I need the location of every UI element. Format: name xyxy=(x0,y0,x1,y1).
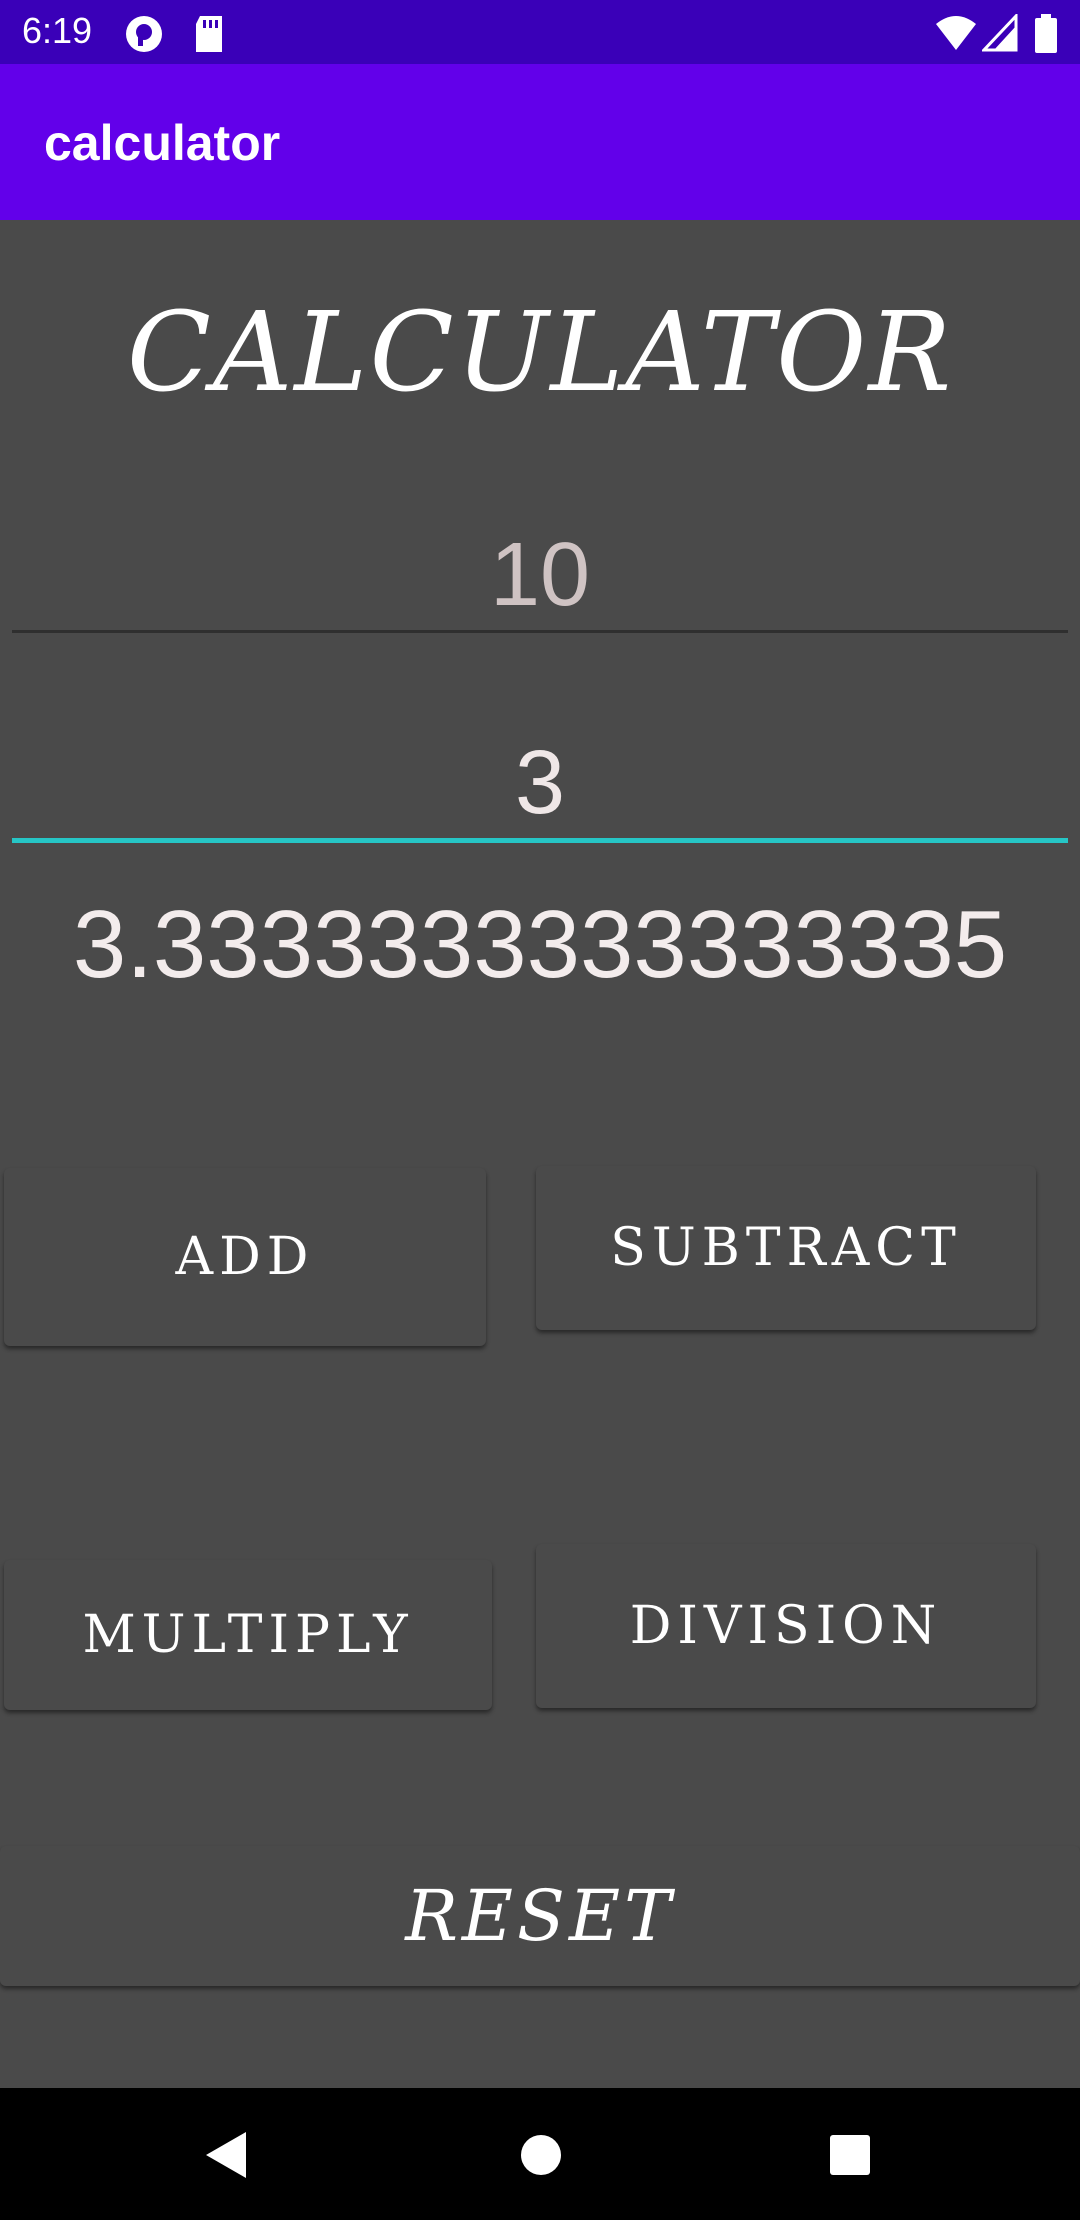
calculator-screen: 6:19 calculator CALCULATOR 10 3 3.333333… xyxy=(0,0,1080,2220)
result-display: 3.3333333333333335 xyxy=(72,891,1008,998)
wifi-icon xyxy=(934,14,978,57)
status-time: 6:19 xyxy=(22,10,93,51)
reset-button[interactable]: RESET xyxy=(0,1846,1080,1986)
sd-card-icon xyxy=(192,14,226,59)
home-icon[interactable] xyxy=(519,2130,563,2185)
division-button[interactable]: DIVISION xyxy=(536,1544,1036,1708)
back-icon[interactable] xyxy=(202,2130,250,2185)
status-bar: 6:19 xyxy=(0,0,1080,64)
second-number-input[interactable] xyxy=(12,728,1068,843)
pocket-casts-icon xyxy=(124,14,164,59)
app-title: calculator xyxy=(44,115,281,171)
navigation-bar xyxy=(0,2088,1080,2220)
battery-icon xyxy=(1034,14,1058,59)
signal-icon xyxy=(980,12,1018,57)
first-number-input[interactable] xyxy=(12,520,1068,633)
subtract-button[interactable]: SUBTRACT xyxy=(536,1166,1036,1330)
recents-icon[interactable] xyxy=(828,2130,872,2185)
add-button[interactable]: ADD xyxy=(4,1168,486,1346)
calculator-heading: CALCULATOR xyxy=(126,288,954,416)
app-bar: calculator xyxy=(0,64,1080,220)
multiply-button[interactable]: MULTIPLY xyxy=(4,1560,492,1710)
